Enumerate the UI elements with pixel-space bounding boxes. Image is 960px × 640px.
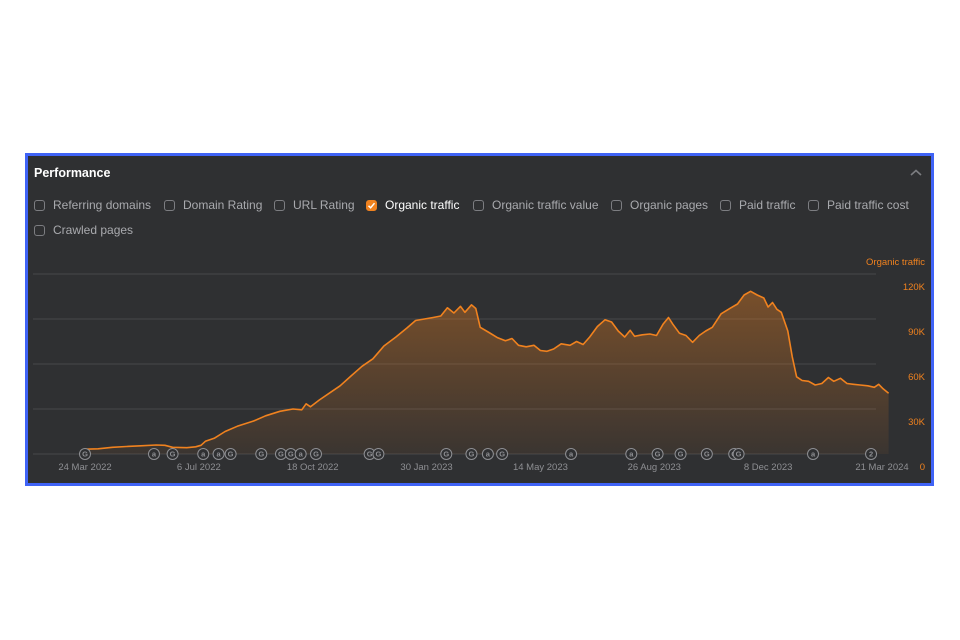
- google-update-marker[interactable]: G: [255, 448, 268, 460]
- google-update-marker[interactable]: G: [732, 448, 745, 460]
- google-update-marker[interactable]: G: [651, 448, 664, 460]
- x-tick-label: 14 May 2023: [513, 462, 568, 473]
- google-update-marker[interactable]: G: [79, 448, 91, 460]
- ahrefs-update-marker[interactable]: a: [197, 448, 210, 460]
- organic-traffic-chart[interactable]: GaGaaGGGGaGGGGGaGaaGGGGGa2 24 Mar 20226 …: [28, 156, 931, 483]
- area-fill: [85, 291, 889, 454]
- marker-label: G: [367, 450, 373, 459]
- x-tick-label: 21 Mar 2024: [855, 462, 908, 473]
- marker-label: G: [499, 450, 505, 459]
- marker-label: G: [228, 450, 234, 459]
- y-tick-label: 30K: [908, 417, 926, 428]
- google-update-marker[interactable]: G: [166, 448, 179, 460]
- marker-label: G: [375, 450, 381, 459]
- marker-label: G: [704, 450, 710, 459]
- google-update-marker[interactable]: G: [496, 448, 509, 460]
- ahrefs-update-marker[interactable]: a: [147, 448, 160, 460]
- x-tick-label: 8 Dec 2023: [744, 462, 793, 473]
- google-update-marker[interactable]: G: [465, 448, 478, 460]
- google-update-marker[interactable]: G: [224, 448, 237, 460]
- y-tick-label: 120K: [903, 282, 926, 293]
- x-tick-label: 26 Aug 2023: [628, 462, 681, 473]
- ahrefs-update-marker[interactable]: a: [565, 448, 578, 460]
- marker-label: G: [443, 450, 449, 459]
- marker-label: G: [258, 450, 264, 459]
- grouped-update-marker[interactable]: 2: [865, 448, 878, 460]
- ahrefs-update-marker[interactable]: a: [294, 448, 307, 460]
- marker-label: G: [313, 450, 319, 459]
- marker-label: G: [678, 450, 684, 459]
- y-tick-label: 60K: [908, 372, 926, 383]
- marker-label: G: [288, 450, 294, 459]
- marker-label: G: [469, 450, 475, 459]
- x-tick-label: 6 Jul 2022: [177, 462, 221, 473]
- marker-label: G: [278, 450, 284, 459]
- ahrefs-update-marker[interactable]: a: [481, 448, 494, 460]
- google-update-marker[interactable]: G: [674, 448, 687, 460]
- marker-label: 2: [869, 450, 873, 459]
- x-tick-label: 24 Mar 2022: [58, 462, 111, 473]
- x-tick-label: 18 Oct 2022: [287, 462, 339, 473]
- google-update-marker[interactable]: G: [372, 448, 385, 460]
- marker-label: G: [82, 450, 88, 459]
- google-update-marker[interactable]: G: [700, 448, 713, 460]
- google-update-marker[interactable]: G: [309, 448, 322, 460]
- ahrefs-update-marker[interactable]: a: [212, 448, 225, 460]
- performance-panel: Performance Referring domains Domain Rat…: [25, 153, 934, 486]
- google-update-marker[interactable]: G: [440, 448, 453, 460]
- marker-label: G: [655, 450, 661, 459]
- y-tick-label: 90K: [908, 327, 926, 338]
- y-tick-label: 0: [920, 462, 925, 473]
- marker-label: G: [736, 450, 742, 459]
- x-tick-label: 30 Jan 2023: [400, 462, 452, 473]
- ahrefs-update-marker[interactable]: a: [625, 448, 638, 460]
- google-update-marker[interactable]: G: [274, 448, 287, 460]
- marker-label: G: [170, 450, 176, 459]
- ahrefs-update-marker[interactable]: a: [807, 448, 820, 460]
- google-update-marker[interactable]: G: [284, 448, 297, 460]
